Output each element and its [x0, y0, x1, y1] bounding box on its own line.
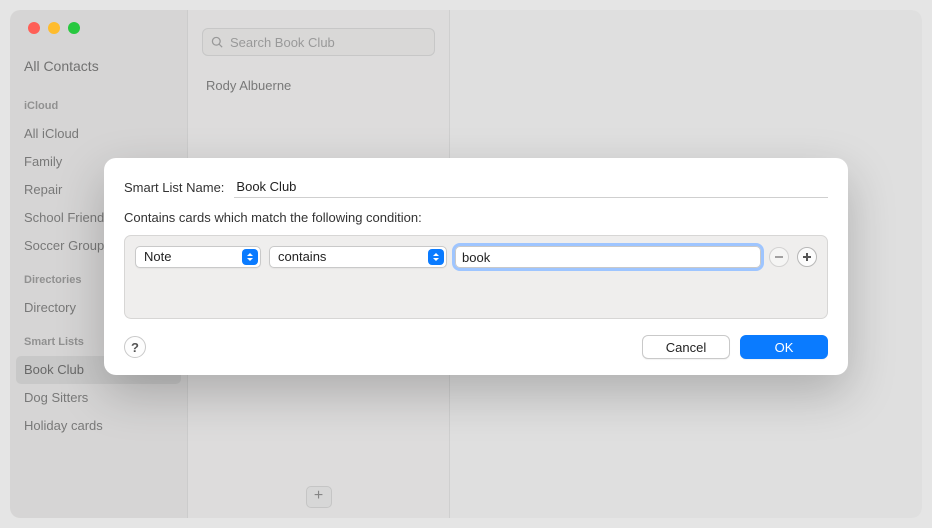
window-controls [28, 22, 80, 34]
zoom-icon[interactable] [68, 22, 80, 34]
smart-list-name-label: Smart List Name: [124, 180, 224, 195]
add-rule-button[interactable] [797, 247, 817, 267]
rule-field-popup[interactable]: Note [135, 246, 261, 268]
smart-list-description: Contains cards which match the following… [124, 210, 828, 225]
rule-field-value: Note [144, 247, 171, 267]
remove-rule-button[interactable] [769, 247, 789, 267]
rule-operator-popup[interactable]: contains [269, 246, 447, 268]
smart-list-sheet: Smart List Name: Contains cards which ma… [104, 158, 848, 375]
rule-operator-value: contains [278, 247, 326, 267]
close-icon[interactable] [28, 22, 40, 34]
help-button[interactable]: ? [124, 336, 146, 358]
ok-button[interactable]: OK [740, 335, 828, 359]
contacts-window: All Contacts iCloud All iCloud Family Re… [10, 10, 922, 518]
popup-arrows-icon [242, 249, 258, 265]
smart-list-name-input[interactable] [234, 176, 828, 198]
cancel-button[interactable]: Cancel [642, 335, 730, 359]
popup-arrows-icon [428, 249, 444, 265]
rule-row: Note contains [135, 246, 817, 268]
minimize-icon[interactable] [48, 22, 60, 34]
rule-value-input[interactable] [455, 246, 761, 268]
rules-panel: Note contains [124, 235, 828, 319]
